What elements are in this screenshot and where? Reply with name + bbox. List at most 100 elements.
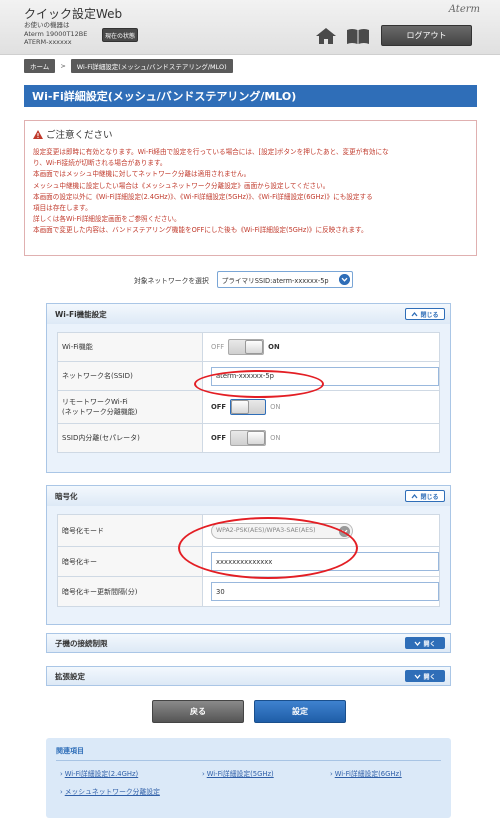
- notice-line: 本画面で変更した内容は、バンドステアリング機能をOFFにした後も《Wi-Fi詳細…: [33, 226, 368, 235]
- row-label: SSID内分離(セパレータ): [57, 423, 203, 453]
- row-label: 暗号化モード: [57, 514, 203, 547]
- wifi-settings-table: Wi-Fi機能 OFF ON ネットワーク名(SSID) aterm-xxxxx…: [57, 332, 440, 453]
- row-label: リモートワークWi-Fi (ネットワーク分離機能): [57, 390, 203, 424]
- ssid-input[interactable]: aterm-xxxxxx-5p: [211, 366, 439, 386]
- notice-line: り、Wi-Fi接続が切断される場合があります。: [33, 159, 167, 168]
- table-row: SSID内分離(セパレータ) OFF ON: [57, 423, 440, 453]
- chevron-up-icon: [411, 493, 418, 498]
- breadcrumb: ホーム > Wi-Fi詳細設定(メッシュ/バンドステアリング/MLO): [24, 59, 233, 73]
- switch-track[interactable]: [230, 399, 267, 415]
- switch-track[interactable]: [230, 430, 267, 446]
- network-select[interactable]: プライマリSSID:aterm-xxxxxx-5p: [216, 271, 353, 288]
- table-row: 暗号化モード WPA2-PSK(AES)/WPA3-SAE(AES): [57, 514, 440, 547]
- switch-off-label: OFF: [211, 343, 225, 351]
- switch-track[interactable]: [228, 339, 265, 355]
- section-title: 拡張設定: [55, 671, 85, 681]
- row-label: Wi-Fi機能: [57, 332, 203, 362]
- breadcrumb-current: Wi-Fi詳細設定(メッシュ/バンドステアリング/MLO): [70, 59, 233, 73]
- ssid-separator-switch[interactable]: OFF ON: [211, 430, 439, 446]
- switch-off-label: OFF: [211, 434, 227, 442]
- notice-line: 項目は存在します。: [33, 204, 92, 213]
- current-status-button[interactable]: 現在の状態: [102, 28, 138, 42]
- link-wifi-24ghz[interactable]: Wi-Fi詳細設定(2.4GHz): [60, 768, 138, 778]
- section-header: 暗号化 閉じる: [47, 486, 450, 506]
- row-label: 暗号化キー: [57, 546, 203, 577]
- network-select-value: プライマリSSID:aterm-xxxxxx-5p: [221, 276, 329, 285]
- related-links-box: 関連項目 Wi-Fi詳細設定(2.4GHz) Wi-Fi詳細設定(5GHz) W…: [46, 738, 451, 818]
- device-info-line: お使いの機器は: [24, 21, 70, 29]
- manual-book-icon[interactable]: [346, 28, 370, 45]
- encryption-key-value: xxxxxxxxxxxxxx: [216, 557, 273, 566]
- notice-line: 詳しくは各Wi-Fi詳細設定画面をご参照ください。: [33, 215, 181, 224]
- header: クイック設定Web お使いの機器は Aterm 19000T12BE ATERM…: [0, 0, 500, 55]
- chevron-down-icon: [339, 525, 350, 537]
- wifi-function-switch[interactable]: OFF ON: [211, 339, 439, 355]
- notice-box: ご注意ください 設定変更は即時に有効となります。Wi-Fi経由で設定を行っている…: [24, 120, 477, 256]
- key-update-interval-input[interactable]: 30: [211, 582, 439, 601]
- notice-line: 本画面ではメッシュ中継機に対してネットワーク分離は適用されません。: [33, 170, 251, 179]
- collapse-label: 閉じる: [420, 493, 439, 501]
- table-row: 暗号化キー xxxxxxxxxxxxxx: [57, 546, 440, 577]
- encryption-mode-select[interactable]: WPA2-PSK(AES)/WPA3-SAE(AES): [211, 522, 353, 539]
- row-label-line: リモートワークWi-Fi: [62, 398, 128, 406]
- row-label-line: (ネットワーク分離機能): [62, 408, 138, 416]
- expand-label: 開く: [423, 640, 436, 648]
- switch-on-label: ON: [270, 434, 281, 442]
- device-info-line: ATERM-xxxxxx: [24, 38, 72, 46]
- section-title: 暗号化: [55, 491, 78, 501]
- switch-on-label: ON: [268, 343, 280, 351]
- table-row: Wi-Fi機能 OFF ON: [57, 332, 440, 362]
- brand-logo: Aterm: [448, 4, 480, 15]
- switch-off-label: OFF: [211, 403, 227, 411]
- breadcrumb-separator: >: [60, 62, 66, 70]
- notice-heading-text: ご注意ください: [46, 130, 113, 141]
- section-title: 子機の接続制限: [55, 638, 108, 648]
- remote-work-wifi-switch[interactable]: OFF ON: [211, 399, 439, 415]
- link-wifi-6ghz[interactable]: Wi-Fi詳細設定(6GHz): [330, 768, 402, 778]
- set-button[interactable]: 設定: [254, 700, 346, 723]
- section-header: Wi-Fi機能設定 閉じる: [47, 304, 450, 324]
- switch-knob[interactable]: [247, 431, 266, 445]
- expand-button[interactable]: 開く: [405, 637, 445, 649]
- encryption-table: 暗号化モード WPA2-PSK(AES)/WPA3-SAE(AES) 暗号化キー: [57, 514, 440, 607]
- notice-heading: ご注意ください: [33, 127, 468, 141]
- collapse-button[interactable]: 閉じる: [405, 308, 445, 320]
- chevron-down-icon: [414, 674, 421, 679]
- chevron-down-icon: [414, 641, 421, 646]
- row-label: ネットワーク名(SSID): [57, 361, 203, 391]
- app-title: クイック設定Web: [24, 7, 123, 21]
- client-connection-limit-section[interactable]: 子機の接続制限 開く: [46, 633, 451, 653]
- chevron-down-icon: [338, 274, 350, 285]
- breadcrumb-home[interactable]: ホーム: [24, 59, 56, 73]
- link-mesh-network-separation[interactable]: メッシュネットワーク分離設定: [60, 786, 160, 796]
- home-icon[interactable]: [315, 27, 337, 45]
- logout-button[interactable]: ログアウト: [381, 25, 472, 46]
- back-button[interactable]: 戻る: [152, 700, 244, 723]
- switch-knob[interactable]: [245, 340, 264, 354]
- ssid-value: aterm-xxxxxx-5p: [216, 372, 274, 380]
- encryption-mode-value: WPA2-PSK(AES)/WPA3-SAE(AES): [216, 527, 316, 534]
- table-row: リモートワークWi-Fi (ネットワーク分離機能) OFF ON: [57, 390, 440, 424]
- section-body: 暗号化モード WPA2-PSK(AES)/WPA3-SAE(AES) 暗号化キー: [47, 506, 450, 615]
- device-info-line: Aterm 19000T12BE: [24, 29, 88, 38]
- row-label: 暗号化キー更新間隔(分): [57, 576, 203, 607]
- chevron-up-icon: [411, 311, 418, 316]
- section-title: Wi-Fi機能設定: [55, 309, 107, 319]
- network-select-label: 対象ネットワークを選択: [134, 276, 209, 285]
- table-row: 暗号化キー更新間隔(分) 30: [57, 576, 440, 607]
- table-row: ネットワーク名(SSID) aterm-xxxxxx-5p: [57, 361, 440, 391]
- notice-text: 設定変更は即時に有効となります。Wi-Fi経由で設定を行っている場合には、[設定…: [33, 147, 468, 237]
- switch-knob[interactable]: [231, 400, 250, 414]
- expand-button[interactable]: 開く: [405, 670, 445, 682]
- encryption-key-input[interactable]: xxxxxxxxxxxxxx: [211, 552, 439, 571]
- warning-icon: [33, 129, 43, 139]
- link-wifi-5ghz[interactable]: Wi-Fi詳細設定(5GHz): [202, 768, 274, 778]
- expand-label: 開く: [423, 673, 436, 681]
- notice-line: 設定変更は即時に有効となります。Wi-Fi経由で設定を行っている場合には、[設定…: [33, 148, 389, 156]
- page-title: Wi-Fi詳細設定(メッシュ/バンドステアリング/MLO): [24, 85, 477, 107]
- switch-on-label: ON: [270, 403, 281, 411]
- advanced-settings-section[interactable]: 拡張設定 開く: [46, 666, 451, 686]
- network-select-row: 対象ネットワークを選択 プライマリSSID:aterm-xxxxxx-5p: [134, 271, 353, 288]
- collapse-button[interactable]: 閉じる: [405, 490, 445, 502]
- encryption-section: 暗号化 閉じる 暗号化モード WPA2-PSK(AES)/WPA3-SAE(AE…: [46, 485, 451, 625]
